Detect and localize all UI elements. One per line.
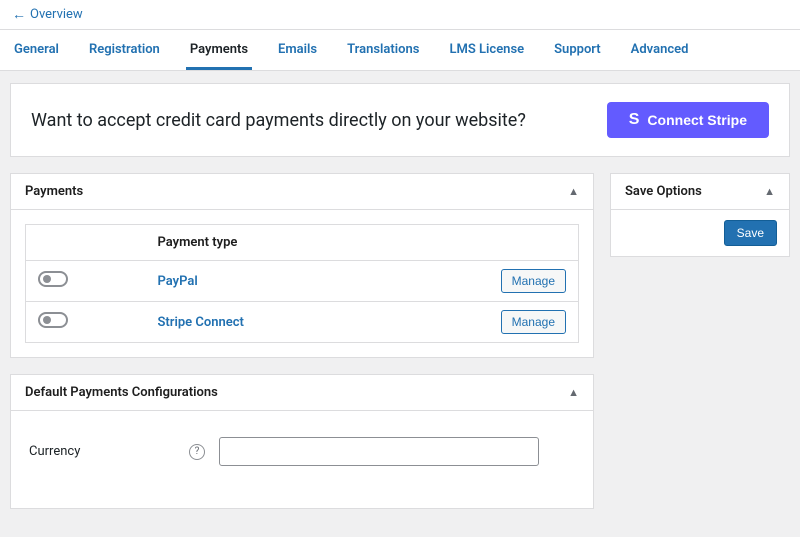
table-row: PayPal Manage — [26, 261, 579, 302]
stripe-toggle[interactable] — [38, 312, 68, 328]
stripe-connect-banner: Want to accept credit card payments dire… — [10, 83, 790, 157]
tab-translations[interactable]: Translations — [343, 30, 423, 70]
payment-methods-table: Payment type PayPal Manage — [25, 224, 579, 343]
tab-support[interactable]: Support — [550, 30, 605, 70]
arrow-left-icon: ← — [12, 6, 26, 23]
tab-lms-license[interactable]: LMS License — [445, 30, 528, 70]
help-icon[interactable]: ? — [189, 444, 205, 460]
payments-panel-title: Payments — [25, 184, 83, 199]
stripe-manage-button[interactable]: Manage — [501, 310, 566, 334]
default-payments-config-panel: Default Payments Configurations ▲ Curren… — [10, 374, 594, 509]
col-payment-type: Payment type — [146, 225, 489, 261]
payments-panel: Payments ▲ Payment type — [10, 173, 594, 358]
overview-link[interactable]: ← Overview — [12, 6, 83, 23]
overview-label: Overview — [30, 7, 83, 22]
tab-payments[interactable]: Payments — [186, 30, 252, 70]
panel-collapse-toggle[interactable]: ▲ — [568, 185, 579, 198]
col-toggle — [26, 225, 146, 261]
settings-tabs: General Registration Payments Emails Tra… — [0, 30, 800, 71]
table-row: Stripe Connect Manage — [26, 302, 579, 343]
stripe-banner-text: Want to accept credit card payments dire… — [31, 110, 526, 131]
panel-collapse-toggle[interactable]: ▲ — [764, 185, 775, 198]
connect-stripe-label: Connect Stripe — [647, 112, 747, 128]
col-actions — [489, 225, 579, 261]
currency-row: Currency ? — [25, 425, 579, 494]
panel-collapse-toggle[interactable]: ▲ — [568, 386, 579, 399]
currency-label: Currency — [29, 444, 80, 459]
config-panel-title: Default Payments Configurations — [25, 385, 218, 400]
tab-advanced[interactable]: Advanced — [627, 30, 693, 70]
connect-stripe-button[interactable]: S Connect Stripe — [607, 102, 769, 138]
stripe-connect-link[interactable]: Stripe Connect — [158, 315, 244, 330]
save-button[interactable]: Save — [724, 220, 777, 246]
tab-general[interactable]: General — [10, 30, 63, 70]
paypal-link[interactable]: PayPal — [158, 274, 198, 289]
tab-registration[interactable]: Registration — [85, 30, 164, 70]
stripe-logo-icon: S — [629, 112, 640, 128]
paypal-manage-button[interactable]: Manage — [501, 269, 566, 293]
currency-input[interactable] — [219, 437, 539, 466]
save-panel-title: Save Options — [625, 184, 702, 199]
paypal-toggle[interactable] — [38, 271, 68, 287]
save-options-panel: Save Options ▲ Save — [610, 173, 790, 257]
tab-emails[interactable]: Emails — [274, 30, 321, 70]
